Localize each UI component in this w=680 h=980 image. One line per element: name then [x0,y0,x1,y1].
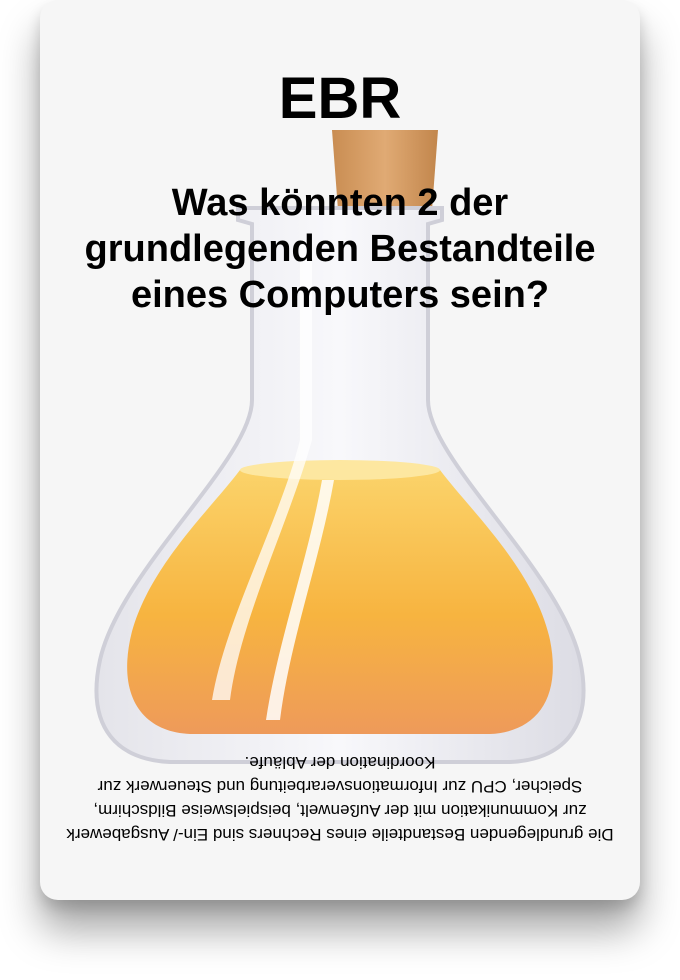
answer-text: Die grundlegenden Bestandteile eines Rec… [66,753,614,844]
liquid-surface [240,460,440,480]
flashcard[interactable]: EBR Was könnten 2 der grundlegenden Best… [40,0,640,900]
question-text: Was könnten 2 der grundlegenden Bestandt… [84,182,596,316]
deck-label: EBR [278,66,402,131]
